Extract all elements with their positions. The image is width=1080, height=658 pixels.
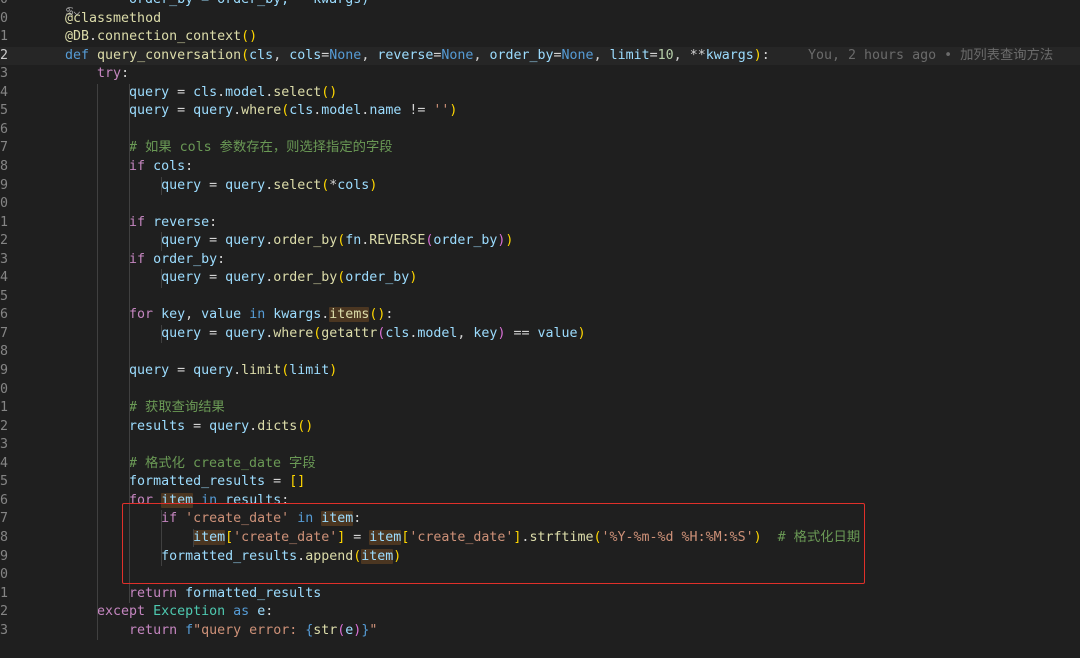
line-number: 3 [0,622,9,638]
code-text: query = query.select(*cols) [161,177,378,193]
line-number: 4 [0,455,9,471]
code-line[interactable]: 2 results = query.dicts() [0,418,1080,437]
code-line[interactable]: 2 query = query.order_by(fn.REVERSE(orde… [0,232,1080,251]
line-number: 7 [0,140,9,156]
code-line[interactable]: 9 query = query.limit(limit) [0,362,1080,381]
line-number: 8 [0,529,9,545]
code-line[interactable]: 9 query = query.select(*cols) [0,177,1080,196]
line-number: 1 [0,29,9,45]
code-text: formatted_results = [] [129,474,306,490]
code-line[interactable]: 1 @DB.connection_context() [0,28,1080,47]
line-number: 0 [0,196,9,212]
code-line[interactable]: 5 [0,288,1080,307]
code-line[interactable]: 0 order_by = order_by, **kwargs) [0,0,1080,10]
indent-guide [160,269,162,288]
code-line[interactable]: 8 if cols: [0,158,1080,177]
copilot-chevron-icon[interactable]: ♋⌵ [66,4,80,18]
code-line[interactable]: 4 query = query.order_by(order_by) [0,269,1080,288]
indent-guide [160,324,162,344]
code-line[interactable]: 1 return formatted_results [0,585,1080,604]
line-number: 4 [0,270,9,286]
code-line[interactable]: 5 formatted_results = [] [0,473,1080,492]
line-number: 0 [0,567,9,583]
code-text: query = cls.model.select() [129,84,338,100]
code-line[interactable]: 5 query = query.where(cls.model.name != … [0,102,1080,121]
line-number: 6 [0,121,9,137]
code-text: if order_by: [129,251,226,267]
line-number: 5 [0,103,9,119]
code-line[interactable]: 7 # 如果 cols 参数存在，则选择指定的字段 [0,139,1080,158]
code-line[interactable]: 3 try: [0,65,1080,84]
code-line[interactable]: 7 query = query.where(getattr(cls.model,… [0,325,1080,344]
line-number: 0 [0,381,9,397]
code-text: results = query.dicts() [129,418,314,434]
line-number: 0 [0,0,22,10]
indent-guide [96,83,98,641]
code-text: query = query.order_by(fn.REVERSE(order_… [161,233,514,249]
git-blame-annotation: You, 2 hours ago • 加列表查询方法 [808,47,1054,63]
code-line[interactable]: 6 [0,121,1080,140]
line-number: 7 [0,325,9,341]
line-number: 6 [0,307,9,323]
code-text: for key, value in kwargs.items(): [129,307,394,323]
line-number: 6 [0,492,9,508]
line-number: 8 [0,344,9,360]
indent-guide [160,232,162,251]
line-number: 0 [0,10,9,26]
code-text: query = query.where(getattr(cls.model, k… [161,325,586,341]
line-number: 7 [0,511,9,527]
code-line[interactable]: 1 # 获取查询结果 [0,399,1080,418]
line-number: 4 [0,84,9,100]
code-line[interactable]: 2 except Exception as e: [0,603,1080,622]
code-text: return formatted_results [129,585,322,601]
line-number: 2 [0,418,9,434]
code-line[interactable]: 0 [0,381,1080,400]
code-line[interactable]: 8 [0,343,1080,362]
code-text: # 获取查询结果 [129,400,225,416]
line-number: 1 [0,214,9,230]
line-number: 2 [0,604,9,620]
line-number: 5 [0,474,9,490]
line-number: 1 [0,585,9,601]
code-text: def query_conversation(cls, cols=None, r… [65,47,770,63]
line-number: 2 [0,233,9,249]
code-line[interactable]: 3 [0,436,1080,455]
line-number: 9 [0,177,9,193]
code-line[interactable]: 3 if order_by: [0,251,1080,270]
code-text: query = query.limit(limit) [129,363,338,378]
code-text: query = query.order_by(order_by) [161,270,418,286]
code-line[interactable]: 0 [0,195,1080,214]
line-number: 5 [0,288,9,304]
code-line[interactable]: 6 for key, value in kwargs.items(): [0,306,1080,325]
code-text: # 如果 cols 参数存在，则选择指定的字段 [129,140,393,156]
code-text: @DB.connection_context() [65,29,258,45]
line-number: 1 [0,400,9,416]
code-line[interactable]: 4 query = cls.model.select() [0,84,1080,103]
line-number: 9 [0,363,9,378]
line-number: 3 [0,251,9,267]
code-text: order_by = order_by, **kwargs) [65,0,369,10]
code-line[interactable]: 2 def query_conversation(cls, cols=None, … [0,46,1080,66]
code-line[interactable]: 0 @classmethod [0,10,1080,29]
indent-guide [160,176,162,196]
code-text: return f"query error: {str(e)}" [129,622,378,638]
code-text: query = query.where(cls.model.name != ''… [129,103,458,119]
highlight-box [122,503,865,584]
line-number: 3 [0,66,9,82]
line-number: 8 [0,158,9,174]
line-number: 3 [0,437,9,453]
line-number: 2 [0,47,9,63]
code-text: if reverse: [129,214,218,230]
code-line[interactable]: 3 return f"query error: {str(e)}" [0,622,1080,641]
code-line[interactable]: 4 # 格式化 create_date 字段 [0,455,1080,474]
code-line[interactable]: 1 if reverse: [0,214,1080,233]
code-text: # 格式化 create_date 字段 [129,455,316,471]
line-number: 9 [0,548,9,564]
code-text: try: [97,66,130,82]
